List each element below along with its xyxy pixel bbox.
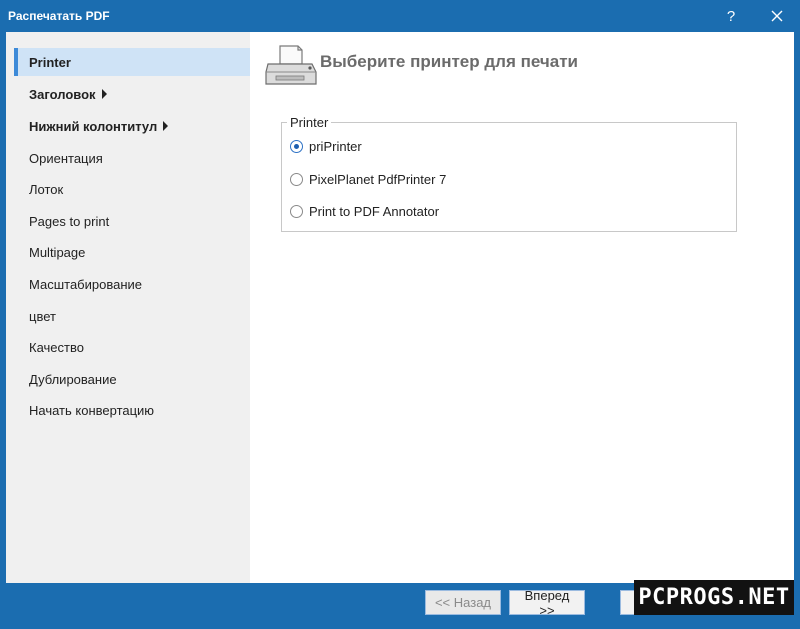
sidebar-item-header[interactable]: Заголовок: [14, 80, 250, 108]
sidebar-item-label: Заголовок: [29, 86, 96, 102]
sidebar-item-quality[interactable]: Качество: [14, 333, 250, 361]
sidebar-item-color[interactable]: цвет: [14, 302, 250, 330]
sidebar-item-start-conversion[interactable]: Начать конвертацию: [14, 396, 250, 424]
radio-button[interactable]: [290, 204, 303, 218]
close-icon: [771, 10, 783, 22]
sidebar-item-pages-to-print[interactable]: Pages to print: [14, 207, 250, 235]
printer-option-label: Print to PDF Annotator: [309, 203, 440, 219]
sidebar-item-label: Printer: [29, 54, 71, 70]
sidebar-item-footer[interactable]: Нижний колонтитул: [14, 112, 250, 140]
back-button[interactable]: << Назад: [425, 590, 501, 615]
sidebar-item-tray[interactable]: Лоток: [14, 175, 250, 203]
sidebar-item-label: Ориентация: [29, 150, 103, 166]
page-title: Выберите принтер для печати: [320, 52, 578, 71]
sidebar-item-label: Лоток: [29, 181, 64, 197]
sidebar-item-label: Качество: [29, 339, 84, 355]
radio-button[interactable]: [290, 172, 303, 186]
sidebar-item-printer[interactable]: Printer: [14, 48, 250, 76]
printer-option-pixelplanet[interactable]: PixelPlanet PdfPrinter 7: [290, 169, 446, 189]
radio-button-checked[interactable]: [290, 139, 303, 153]
sidebar-item-label: Масштабирование: [29, 276, 143, 292]
sidebar-item-label: цвет: [29, 308, 56, 324]
close-button[interactable]: [760, 0, 794, 32]
printer-option-label: PixelPlanet PdfPrinter 7: [309, 171, 447, 187]
dialog-client-area: Printer Заголовок Нижний колонтитул Орие…: [6, 32, 794, 583]
expand-arrow-icon: [101, 89, 107, 99]
sidebar-item-label: Pages to print: [29, 213, 110, 229]
printer-option-pdf-annotator[interactable]: Print to PDF Annotator: [290, 201, 439, 221]
printer-icon: [265, 45, 317, 85]
printer-option-label: priPrinter: [309, 138, 362, 154]
sidebar-item-label: Multipage: [29, 244, 86, 260]
expand-arrow-icon: [163, 121, 169, 131]
sidebar-item-label: Нижний колонтитул: [29, 118, 158, 134]
sidebar-item-label: Дублирование: [29, 371, 117, 387]
sidebar-item-duplex[interactable]: Дублирование: [14, 365, 250, 393]
window-title: Распечатать PDF: [8, 9, 110, 23]
help-button[interactable]: ?: [716, 0, 746, 32]
printer-option-priprinter[interactable]: priPrinter: [290, 136, 362, 156]
sidebar-item-orientation[interactable]: Ориентация: [14, 144, 250, 172]
sidebar-item-scaling[interactable]: Масштабирование: [14, 270, 250, 298]
sidebar-item-label: Начать конвертацию: [29, 402, 155, 418]
printer-groupbox: Printer priPrinter PixelPlanet PdfPrinte…: [281, 115, 737, 232]
watermark-logo: PCPROGS.NET: [634, 580, 794, 615]
title-bar: Распечатать PDF ?: [0, 0, 800, 32]
groupbox-label: Printer: [287, 115, 332, 130]
sidebar-item-multipage[interactable]: Multipage: [14, 238, 250, 266]
next-button[interactable]: Вперед >>: [509, 588, 585, 618]
sidebar: Printer Заголовок Нижний колонтитул Орие…: [6, 32, 250, 583]
